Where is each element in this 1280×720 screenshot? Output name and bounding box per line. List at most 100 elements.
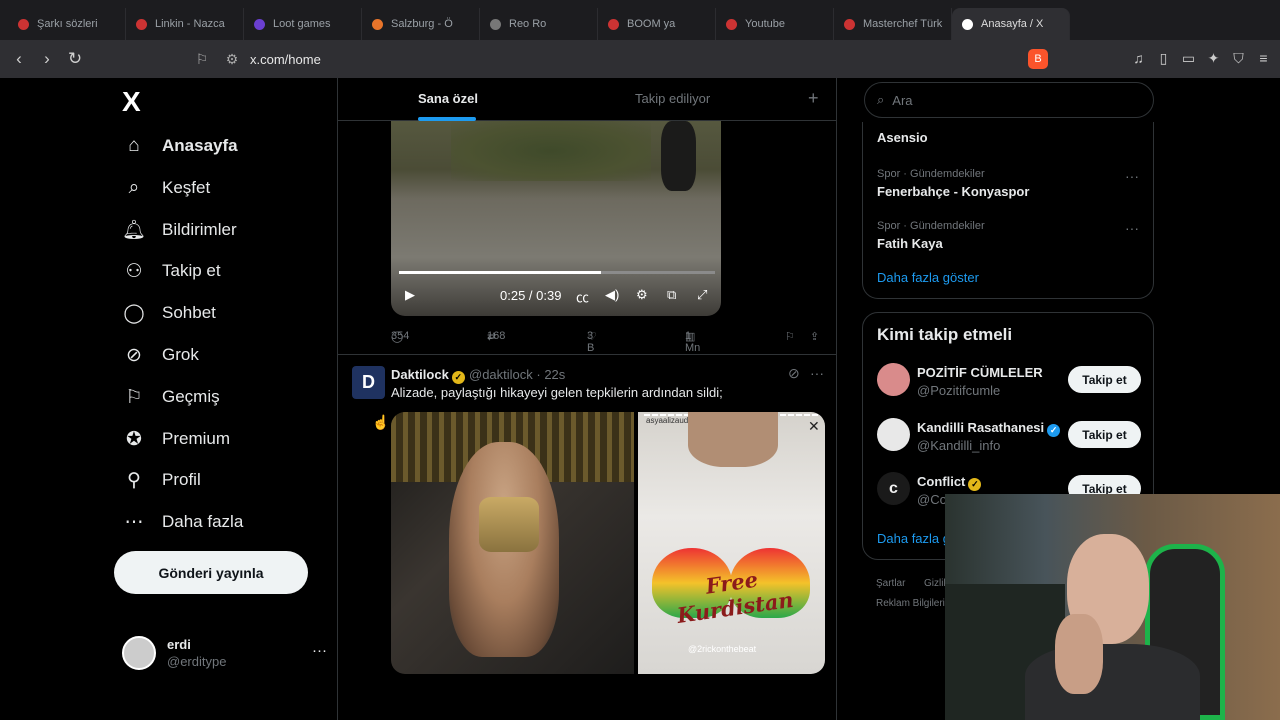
account-name: POZİTİF CÜMLELER [917,365,1043,380]
bookmark-icon[interactable]: ⚐ [785,330,795,343]
more-dots-icon[interactable]: ··· [810,365,824,381]
video-time: 0:25 / 0:39 [500,288,562,303]
account-handle: @Kandilli_info [917,438,1001,453]
account-name: erdi [167,637,191,652]
follow-button[interactable]: Takip et [1068,421,1141,448]
verified-badge-icon: ✓ [451,371,465,384]
search-placeholder: Ara [892,92,913,108]
browser-tab[interactable]: Linkin - Nazca [126,8,244,40]
tab-favicon-icon [18,18,29,30]
reload-icon[interactable]: ↻ [62,46,88,72]
pip-icon[interactable]: ⧉ [667,287,676,303]
tweet-author-name[interactable]: Daktilock ✓ [391,367,465,384]
nav-grok[interactable]: ⊘ Grok [122,339,199,371]
browser-tab[interactable]: BOOM ya [598,8,716,40]
avatar: c [877,472,910,505]
settings-icon[interactable]: ⚙ [636,287,648,303]
x-logo-icon[interactable]: X [122,86,141,118]
footer-link[interactable]: Şartlar [876,578,905,589]
account-name: Kandilli Rasathanesi ✓ [917,420,1061,437]
tab-favicon-icon [372,18,383,30]
account-handle: @erditype [167,654,227,669]
forward-icon[interactable]: › [34,46,60,72]
nav-premium[interactable]: ✪ Premium [122,423,230,455]
video-progress-bar[interactable] [399,271,715,274]
brave-shields-icon[interactable]: B [1028,49,1048,69]
post-button[interactable]: Gönderi yayınla [114,551,308,594]
avatar [122,636,156,670]
play-icon[interactable]: ▶ [405,287,415,303]
video-controls: ▶ 0:25 / 0:39 ㏄ ◀) ⚙ ⧉ ⤢ [391,281,721,311]
back-icon[interactable]: ‹ [6,46,32,72]
trend-item[interactable]: Spor · Gündemdekiler Fenerbahçe - Konyas… [877,168,1147,199]
nav-follow[interactable]: ⚇ Takip et [122,255,220,287]
trend-meta: Spor · Gündemdekiler [877,168,985,180]
show-more-link[interactable]: Daha fazla göster [877,270,979,285]
suggested-account[interactable]: POZİTİF CÜMLELER @Pozitifcumle Takip et [877,363,1147,399]
site-settings-icon[interactable]: ⚙ [220,51,244,68]
tab-for-you[interactable]: Sana özel [418,91,478,106]
nav-chat[interactable]: ◯ Sohbet [122,297,216,329]
tweet[interactable]: D Daktilock ✓ @daktilock · 22s ⊘ ··· Aliz… [338,356,836,720]
bookmark-page-icon[interactable]: ⚐ [190,51,214,68]
more-dots-icon[interactable]: ··· [312,642,327,659]
account-name: Conflict ✓ [917,474,982,491]
follow-button[interactable]: Takip et [1068,366,1141,393]
tweet-image[interactable]: asyaalizaude · 2d ✕ Free Kurdistan @2ric… [638,412,825,674]
close-icon: ✕ [808,418,820,434]
nav-home[interactable]: ⌂ Anasayfa [122,130,237,162]
nav-bookmarks[interactable]: ⚐ Geçmiş [122,381,219,413]
browser-tab[interactable]: Youtube [716,8,834,40]
vpn-icon[interactable]: ⛉ [1230,45,1247,71]
search-icon: ⌕ [128,177,140,198]
browser-tab-active[interactable]: Anasayfa / X [952,8,1070,40]
sidebar-icon[interactable]: ▯ [1155,45,1172,71]
share-icon[interactable]: ⇪ [810,330,819,343]
browser-tab[interactable]: Salzburg - Ö [362,8,480,40]
volume-icon[interactable]: ◀) [605,287,619,303]
address-bar[interactable]: ⚐ ⚙ x.com/home [190,44,1060,74]
bell-icon: 🔔︎ [122,220,147,241]
avatar [877,418,910,451]
verified-badge-icon: ✓ [968,478,982,491]
account-switcher[interactable]: erdi @erditype ··· [122,634,327,674]
trend-item[interactable]: Asensio [877,126,1147,145]
nav-more[interactable]: ⋯ Daha fazla [122,506,244,538]
timeline-tabs: Sana özel Takip ediliyor + [338,78,836,121]
avatar[interactable]: D [352,366,385,399]
more-dots-icon[interactable]: ··· [1125,168,1139,184]
leo-ai-icon[interactable]: ✦ [1205,45,1222,71]
trend-title: Fenerbahçe - Konyaspor [877,184,1030,199]
verified-badge-icon: ✓ [1047,424,1061,437]
url-text[interactable]: x.com/home [250,52,321,67]
footer-link[interactable]: Reklam Bilgileri [876,598,945,609]
add-feed-icon[interactable]: + [808,88,819,109]
fullscreen-icon[interactable]: ⤢ [697,287,707,303]
captions-icon[interactable]: ㏄ [576,287,589,306]
nav-notifications[interactable]: 🔔︎ Bildirimler [122,214,237,246]
tab-following[interactable]: Takip ediliyor [635,91,710,106]
tab-favicon-icon [608,18,619,30]
suggested-account[interactable]: Kandilli Rasathanesi ✓ @Kandilli_info Tak… [877,418,1147,454]
tweet-image[interactable] [391,412,634,674]
grok-explain-icon[interactable]: ⊘ [788,365,800,382]
browser-tab[interactable]: Masterchef Türk [834,8,952,40]
browser-tab[interactable]: Şarkı sözleri [8,8,126,40]
more-dots-icon[interactable]: ··· [1125,220,1139,236]
media-icon[interactable]: ♫ [1130,45,1147,71]
trend-item[interactable]: Spor · Gündemdekiler Fatih Kaya ··· [877,220,1147,251]
nav-profile[interactable]: ⚲ Profil [122,464,201,496]
home-icon: ⌂ [128,135,140,156]
menu-icon[interactable]: ≡ [1255,45,1272,71]
bookmark-icon: ⚐ [125,386,143,408]
tab-favicon-icon [726,18,737,30]
browser-tab[interactable]: Reo Ro [480,8,598,40]
wallet-icon[interactable]: ▭ [1180,45,1197,71]
trends-panel: Asensio Spor · Gündemdekiler Fenerbahçe … [862,122,1154,299]
trend-title: Asensio [877,130,928,145]
browser-tab[interactable]: Loot games [244,8,362,40]
more-circle-icon: ⋯ [124,511,144,533]
nav-explore[interactable]: ⌕ Keşfet [122,172,211,204]
video-player[interactable]: ▶ 0:25 / 0:39 ㏄ ◀) ⚙ ⧉ ⤢ [391,121,721,316]
search-input[interactable]: ⌕ Ara [864,82,1154,118]
